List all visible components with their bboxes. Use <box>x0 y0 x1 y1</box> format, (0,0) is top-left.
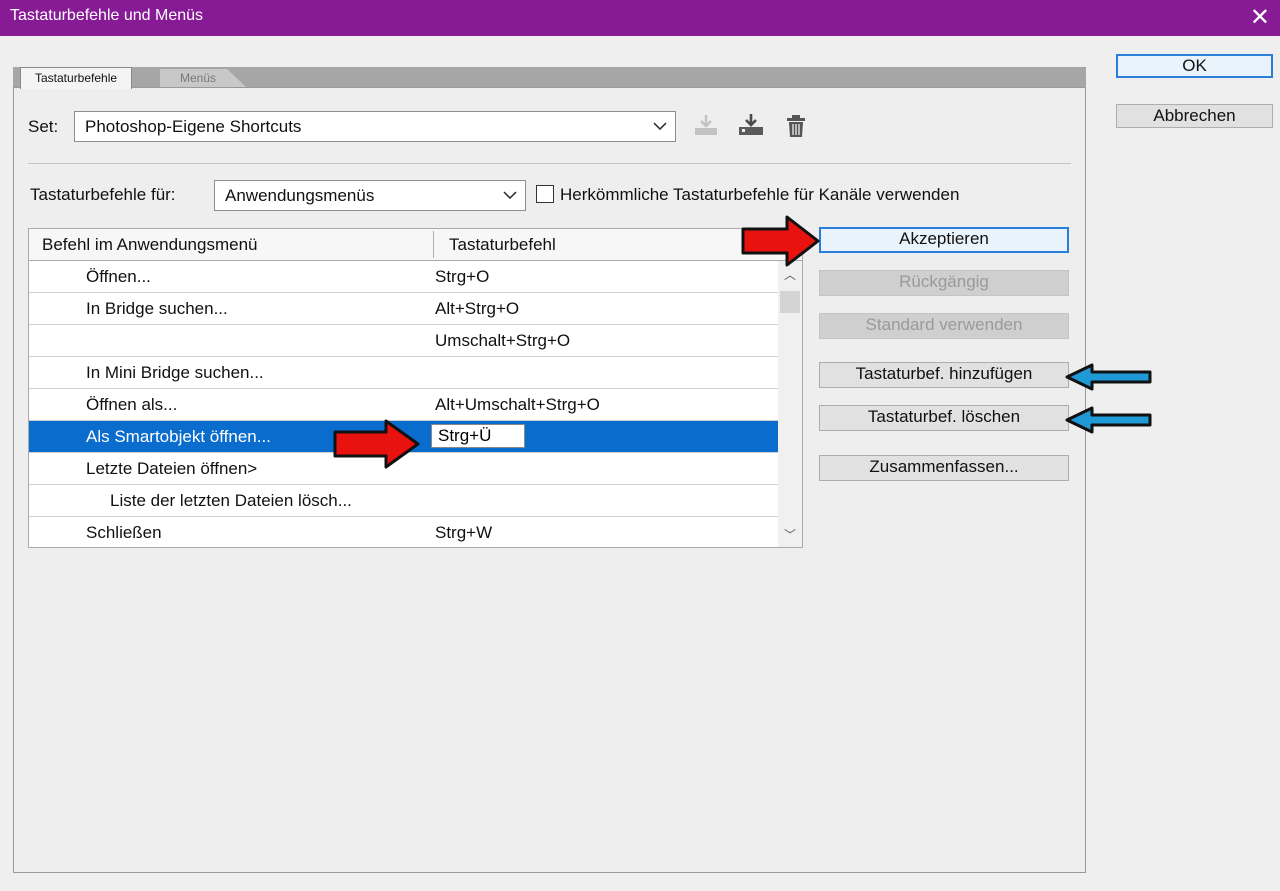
command-cell: Schließen <box>86 523 162 542</box>
save-set-icon[interactable] <box>693 112 719 138</box>
command-cell: Letzte Dateien öffnen> <box>86 459 258 478</box>
scroll-down-icon[interactable]: ﹀ <box>784 526 796 543</box>
accept-button[interactable]: Akzeptieren <box>819 227 1069 253</box>
table-row[interactable]: Umschalt+Strg+O <box>29 325 778 357</box>
vertical-scrollbar[interactable]: ︿ ﹀ <box>778 261 802 547</box>
table-row[interactable]: Schließen Strg+W <box>29 517 778 547</box>
shortcut-cell: Alt+Strg+O <box>435 299 520 318</box>
table-row[interactable]: In Bridge suchen... Alt+Strg+O <box>29 293 778 325</box>
shortcuts-for-dropdown[interactable]: Anwendungsmenüs <box>214 180 526 211</box>
title-bar: Tastaturbefehle und Menüs ✕ <box>0 0 1280 36</box>
shortcut-cell: Alt+Umschalt+Strg+O <box>435 395 600 414</box>
set-label: Set: <box>28 117 59 136</box>
scroll-up-icon[interactable]: ︿ <box>784 266 796 283</box>
command-cell: Öffnen... <box>86 267 151 286</box>
close-icon[interactable]: ✕ <box>1250 3 1270 32</box>
column-header-command[interactable]: Befehl im Anwendungsmenü <box>42 235 257 255</box>
dialog-title: Tastaturbefehle und Menüs <box>10 7 204 24</box>
column-divider[interactable] <box>433 231 434 258</box>
add-shortcut-button[interactable]: Tastaturbef. hinzufügen <box>819 362 1069 388</box>
shortcuts-for-label: Tastaturbefehle für: <box>30 185 176 204</box>
trash-icon[interactable] <box>783 113 809 139</box>
blue-arrow-left-icon <box>1065 406 1152 434</box>
red-arrow-right-icon <box>333 419 420 469</box>
separator <box>28 163 1071 164</box>
shortcut-table: Öffnen... Strg+O In Bridge suchen... Alt… <box>28 261 803 548</box>
shortcut-edit-field[interactable]: Strg+Ü <box>431 424 525 448</box>
shortcut-cell: Strg+O <box>435 267 490 286</box>
shortcuts-for-value: Anwendungsmenüs <box>225 185 375 205</box>
tab-keyboard-shortcuts[interactable]: Tastaturbefehle <box>20 67 133 89</box>
cancel-button[interactable]: Abbrechen <box>1116 104 1273 128</box>
table-row[interactable]: Liste der letzten Dateien lösch... <box>29 485 778 517</box>
command-cell: Liste der letzten Dateien lösch... <box>110 491 352 510</box>
chevron-down-icon <box>503 190 517 199</box>
chevron-down-icon <box>653 121 667 130</box>
delete-shortcut-button[interactable]: Tastaturbef. löschen <box>819 405 1069 431</box>
table-header: Befehl im Anwendungsmenü Tastaturbefehl <box>28 228 803 261</box>
legacy-channel-shortcuts-label: Herkömmliche Tastaturbefehle für Kanäle … <box>560 185 960 204</box>
command-cell: Als Smartobjekt öffnen... <box>86 427 271 446</box>
use-default-button[interactable]: Standard verwenden <box>819 313 1069 339</box>
blue-arrow-left-icon <box>1065 363 1152 391</box>
set-dropdown[interactable]: Photoshop-Eigene Shortcuts <box>74 111 676 142</box>
set-dropdown-value: Photoshop-Eigene Shortcuts <box>85 116 302 136</box>
command-cell: In Bridge suchen... <box>86 299 228 318</box>
table-row[interactable]: In Mini Bridge suchen... <box>29 357 778 389</box>
save-set-as-icon[interactable] <box>738 112 764 138</box>
column-header-shortcut[interactable]: Tastaturbefehl <box>449 235 556 255</box>
scrollbar-thumb[interactable] <box>780 291 800 313</box>
ok-button[interactable]: OK <box>1116 54 1273 78</box>
summarize-button[interactable]: Zusammenfassen... <box>819 455 1069 481</box>
shortcut-cell: Strg+W <box>435 523 493 542</box>
undo-button[interactable]: Rückgängig <box>819 270 1069 296</box>
red-arrow-right-icon <box>741 215 820 267</box>
command-cell: In Mini Bridge suchen... <box>86 363 264 382</box>
shortcut-cell: Umschalt+Strg+O <box>435 331 571 350</box>
legacy-channel-shortcuts-checkbox[interactable] <box>536 185 554 203</box>
table-row[interactable]: Öffnen als... Alt+Umschalt+Strg+O <box>29 389 778 421</box>
command-cell: Öffnen als... <box>86 395 178 414</box>
table-row[interactable]: Öffnen... Strg+O <box>29 261 778 293</box>
